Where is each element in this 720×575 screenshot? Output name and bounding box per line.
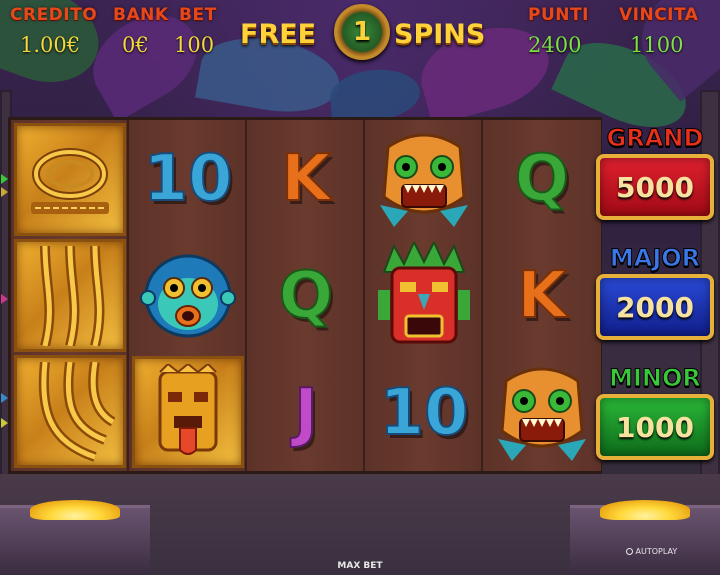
payline-marker-icon bbox=[1, 174, 8, 184]
reel-symbol bbox=[14, 239, 126, 352]
reel-symbol: J bbox=[247, 354, 365, 471]
reel-symbol bbox=[129, 237, 247, 354]
reel-5: Q K bbox=[483, 120, 601, 471]
reel-symbol: Q bbox=[247, 237, 365, 354]
punti-value: 2400 bbox=[528, 33, 582, 57]
king-symbol: K bbox=[516, 258, 568, 333]
jackpot-major-label: MAJOR bbox=[609, 244, 701, 273]
payline-marker-icon bbox=[1, 294, 8, 304]
free-spins-count: 1 bbox=[352, 17, 372, 47]
monkey-mask-icon bbox=[140, 254, 236, 337]
payline-marker-icon bbox=[1, 393, 8, 403]
free-spins-banner: FREE 1 SPINS bbox=[240, 4, 490, 60]
max-bet-button[interactable]: MAX BET bbox=[0, 561, 720, 571]
reel-2: 10 bbox=[129, 120, 247, 471]
tribal-mask-icon bbox=[378, 241, 470, 343]
reel-symbol: Q bbox=[483, 120, 601, 237]
reel-symbol: K bbox=[483, 237, 601, 354]
gold-wild-rope-icon bbox=[38, 361, 115, 462]
reel-symbol bbox=[365, 237, 483, 354]
reel-symbol: 10 bbox=[365, 354, 483, 471]
jaguar-mask-icon bbox=[380, 133, 468, 227]
bet-label: BET bbox=[179, 5, 217, 25]
queen-symbol: Q bbox=[278, 258, 334, 333]
jackpot-grand-box: 5000 bbox=[596, 154, 714, 220]
jackpot-minor-value: 1000 bbox=[616, 410, 694, 444]
jaguar-mask-icon bbox=[498, 367, 586, 461]
jackpot-major: MAJOR 2000 bbox=[596, 244, 714, 344]
autoplay-radio-icon bbox=[626, 548, 633, 555]
punti-label: PUNTI bbox=[528, 5, 589, 25]
reel-symbol bbox=[14, 355, 126, 468]
reel-grid: 10 K Q J 10 Q K bbox=[8, 117, 602, 474]
payline-marker-icon bbox=[1, 187, 8, 197]
ten-symbol: 10 bbox=[142, 141, 233, 216]
reel-3: K Q J bbox=[247, 120, 365, 471]
jackpot-major-box: 2000 bbox=[596, 274, 714, 340]
reel-symbol bbox=[483, 354, 601, 471]
reel-symbol bbox=[365, 120, 483, 237]
bet-value: 100 bbox=[174, 33, 215, 57]
jackpot-minor-label: MINOR bbox=[609, 364, 702, 393]
jackpot-grand: GRAND 5000 bbox=[596, 124, 714, 224]
vincita-label: VINCITA bbox=[619, 5, 699, 25]
jackpot-minor-box: 1000 bbox=[596, 394, 714, 460]
bank-label: BANK bbox=[113, 5, 169, 25]
ten-symbol: 10 bbox=[378, 375, 469, 450]
spins-word: SPINS bbox=[394, 19, 486, 50]
gold-wild-ring-icon bbox=[31, 147, 109, 214]
jack-symbol: J bbox=[293, 375, 319, 450]
game-screen: CREDITO 1.00€ BANK 0€ BET 100 PUNTI 2400… bbox=[0, 0, 720, 575]
free-word: FREE bbox=[240, 19, 317, 50]
reel-4: 10 bbox=[365, 120, 483, 471]
reel-symbol: 10 bbox=[129, 120, 247, 237]
jackpot-grand-value: 5000 bbox=[616, 170, 694, 204]
jackpot-grand-label: GRAND bbox=[606, 124, 704, 153]
autoplay-label: AUTOPLAY bbox=[635, 547, 678, 556]
bank-value: 0€ bbox=[122, 33, 149, 57]
reel-symbol: K bbox=[247, 120, 365, 237]
reel-symbol bbox=[132, 356, 244, 468]
gold-wild-rope-icon bbox=[40, 245, 105, 346]
credito-value: 1.00€ bbox=[20, 33, 81, 57]
king-symbol: K bbox=[280, 141, 332, 216]
jackpot-major-value: 2000 bbox=[616, 290, 694, 324]
reel-symbol bbox=[14, 123, 126, 236]
vincita-value: 1100 bbox=[630, 33, 684, 57]
credito-label: CREDITO bbox=[10, 5, 98, 25]
gold-tiki-mask-icon bbox=[158, 364, 218, 455]
jackpot-minor: MINOR 1000 bbox=[596, 364, 714, 464]
queen-symbol: Q bbox=[514, 141, 570, 216]
autoplay-button[interactable]: AUTOPLAY bbox=[626, 547, 677, 556]
gold-glow-right bbox=[600, 500, 690, 520]
payline-marker-icon bbox=[1, 418, 8, 428]
gold-glow-left bbox=[30, 500, 120, 520]
reel-1 bbox=[11, 120, 129, 471]
free-spins-counter-medallion: 1 bbox=[334, 4, 390, 60]
